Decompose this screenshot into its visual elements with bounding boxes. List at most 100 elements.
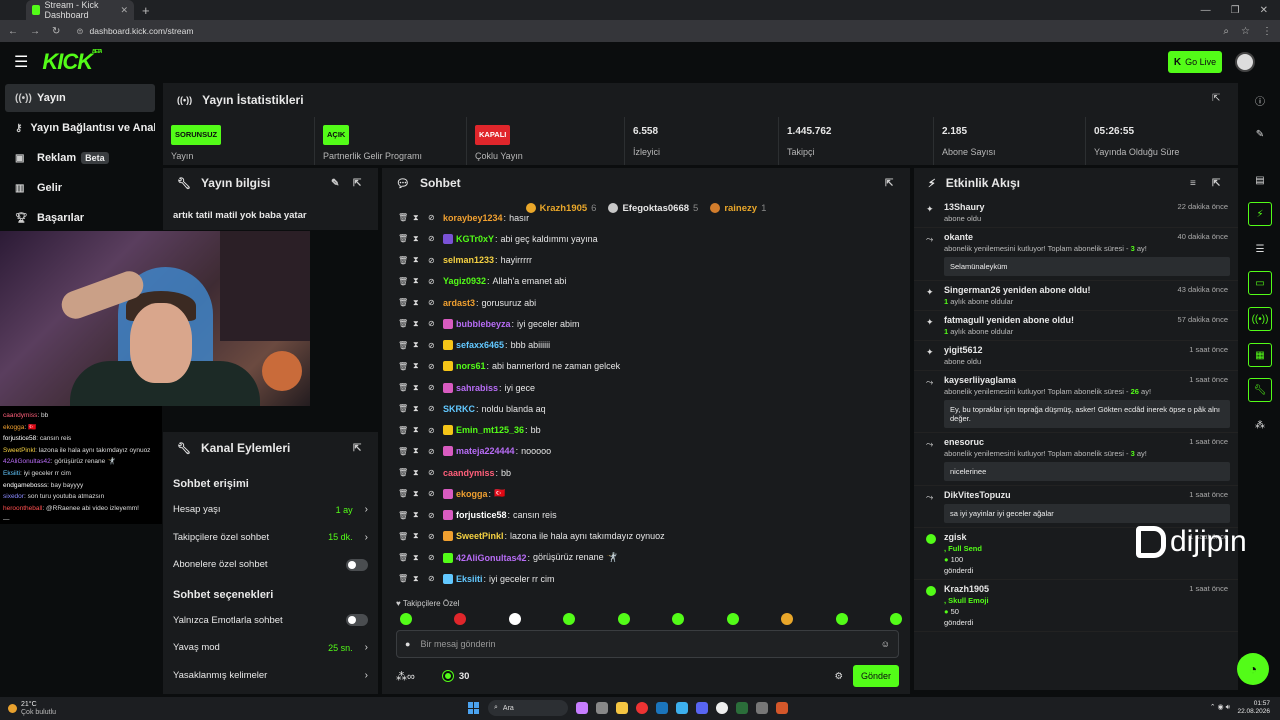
channel-points[interactable]: 30 xyxy=(442,671,469,682)
trash-icon[interactable]: 🗑 xyxy=(398,256,413,265)
ban-icon[interactable]: ⊘ xyxy=(428,319,443,328)
trash-icon[interactable]: 🗑 xyxy=(398,234,413,243)
emote-icon[interactable] xyxy=(617,613,630,625)
browser-tab[interactable]: Stream - Kick Dashboard ✕ xyxy=(26,0,134,20)
chat-message[interactable]: 🗑 ⧗ ⊘ forjustice58: cansın reis xyxy=(382,505,910,526)
account-age-row[interactable]: Hesap yaşı 1 ay › xyxy=(163,496,378,524)
emote-icon[interactable] xyxy=(508,613,521,625)
chat-message[interactable]: 🗑 ⧗ ⊘ 42AliGonultas42: görüşürüz renane 🤺 xyxy=(382,547,910,568)
ban-icon[interactable]: ⊘ xyxy=(428,234,443,243)
chat-username[interactable]: nors61 xyxy=(456,361,486,371)
emote-icon[interactable] xyxy=(672,613,685,625)
event-name[interactable]: enesoruc xyxy=(944,437,1228,447)
chat-username[interactable]: Yagiz0932 xyxy=(443,276,486,286)
ban-icon[interactable]: ⊘ xyxy=(428,298,443,307)
chat-username[interactable]: bubblebeyza xyxy=(456,319,511,329)
forward-icon[interactable]: → xyxy=(30,26,40,37)
trash-icon[interactable]: 🗑 xyxy=(398,404,413,413)
chat-message[interactable]: 🗑 ⧗ ⊘ ekogga: 🇹🇷 xyxy=(382,483,910,504)
chat-username[interactable]: SweetPinkl xyxy=(456,531,504,541)
chat-username[interactable]: ardast3 xyxy=(443,298,475,308)
timeout-icon[interactable]: ⧗ xyxy=(413,489,428,499)
chat-username[interactable]: sahrabiss xyxy=(456,383,498,393)
edit-icon[interactable]: ✎ xyxy=(331,178,339,189)
emote-icon[interactable] xyxy=(563,613,576,625)
timeout-icon[interactable]: ⧗ xyxy=(413,574,428,584)
app-icon[interactable] xyxy=(736,702,748,714)
sidebar-item-reklam[interactable]: ▣ Reklam Beta xyxy=(5,144,155,172)
timeout-icon[interactable]: ⧗ xyxy=(413,276,428,286)
trash-icon[interactable]: 🗑 xyxy=(398,298,413,307)
timeout-icon[interactable]: ⧗ xyxy=(413,234,428,244)
chat-username[interactable]: ekogga xyxy=(456,489,488,499)
wrench-rail-icon[interactable]: 🔧︎ xyxy=(1248,378,1272,402)
pencil-icon[interactable]: ✎ xyxy=(1248,122,1272,146)
popout-icon[interactable]: ⇱ xyxy=(885,178,893,189)
chat-message[interactable]: 🗑 ⧗ ⊘ SKRKC: noldu blanda aq xyxy=(382,398,910,419)
chrome-icon[interactable] xyxy=(636,702,648,714)
ban-icon[interactable]: ⊘ xyxy=(428,341,443,350)
timeout-icon[interactable]: ⧗ xyxy=(413,510,428,520)
event-name[interactable]: kayserliiyaglama xyxy=(944,375,1228,385)
ban-icon[interactable]: ⊘ xyxy=(428,383,443,392)
weather-widget[interactable]: 21°C Çok bulutlu xyxy=(0,701,56,717)
followers-only-row[interactable]: Takipçilere özel sohbet 15 dk. › xyxy=(163,524,378,552)
infinity-icon[interactable]: ⁂∞ xyxy=(396,670,415,683)
ban-icon[interactable]: ⊘ xyxy=(428,468,443,477)
chat-input[interactable]: ● Bir mesaj gönderin ☺ xyxy=(396,630,899,658)
chat-message[interactable]: 🗑 ⧗ ⊘ sefaxx6465: bbb abiiiiii xyxy=(382,335,910,356)
chat-username[interactable]: koraybey1234 xyxy=(443,213,503,223)
windows-start-icon[interactable] xyxy=(468,702,480,714)
popout-icon[interactable]: ⇱ xyxy=(1212,178,1220,189)
trash-icon[interactable]: 🗑 xyxy=(398,489,413,498)
chat-message[interactable]: 🗑 ⧗ ⊘ koraybey1234: hasır xyxy=(382,207,910,228)
info-icon[interactable]: ⓘ xyxy=(1248,88,1272,112)
popout-icon[interactable]: ⇱ xyxy=(1212,93,1220,104)
chat-message[interactable]: 🗑 ⧗ ⊘ Emin_mt125_36: bb xyxy=(382,420,910,441)
timeout-icon[interactable]: ⧗ xyxy=(413,425,428,435)
trash-icon[interactable]: 🗑 xyxy=(398,574,413,583)
file-explorer-icon[interactable] xyxy=(616,702,628,714)
ban-icon[interactable]: ⊘ xyxy=(428,553,443,562)
trash-icon[interactable]: 🗑 xyxy=(398,362,413,371)
chat-username[interactable]: forjustice58 xyxy=(456,510,507,520)
chat-message[interactable]: 🗑 ⧗ ⊘ Yagiz0932: Allah'a emanet abi xyxy=(382,271,910,292)
chat-rail-icon[interactable]: ▭ xyxy=(1248,271,1272,295)
app-icon[interactable] xyxy=(776,702,788,714)
ban-icon[interactable]: ⊘ xyxy=(428,213,443,222)
sidebar-item-basarilar[interactable]: 🏆︎ Başarılar xyxy=(5,204,155,232)
ban-icon[interactable]: ⊘ xyxy=(428,574,443,583)
ban-icon[interactable]: ⊘ xyxy=(428,426,443,435)
timeout-icon[interactable]: ⧗ xyxy=(413,319,428,329)
sidebar-item-yayin[interactable]: ((•)) Yayın xyxy=(5,84,155,112)
storage-rail-icon[interactable]: ▦ xyxy=(1248,343,1272,367)
chat-username[interactable]: KGTr0xY xyxy=(456,234,494,244)
stats-icon[interactable]: ▤ xyxy=(1248,168,1272,192)
timeout-icon[interactable]: ⧗ xyxy=(413,255,428,265)
chat-username[interactable]: mateja224444 xyxy=(456,446,515,456)
chat-message[interactable]: 🗑 ⧗ ⊘ bubblebeyza: iyi geceler abim xyxy=(382,313,910,334)
chat-username[interactable]: 42AliGonultas42 xyxy=(456,553,527,563)
close-window-button[interactable]: ✕ xyxy=(1260,5,1268,16)
chat-message[interactable]: 🗑 ⧗ ⊘ sahrabiss: iyi gece xyxy=(382,377,910,398)
banned-words-row[interactable]: Yasaklanmış kelimeler › xyxy=(163,662,378,690)
task-view-icon[interactable] xyxy=(596,702,608,714)
emote-only-toggle[interactable] xyxy=(346,614,368,627)
chat-message[interactable]: 🗑 ⧗ ⊘ ardast3: gorusuruz abi xyxy=(382,292,910,313)
hamburger-menu-icon[interactable]: ☰ xyxy=(14,52,28,72)
site-info-icon[interactable]: ⊜ xyxy=(76,26,83,37)
chat-username[interactable]: SKRKC xyxy=(443,404,475,414)
ban-icon[interactable]: ⊘ xyxy=(428,362,443,371)
tab-close-icon[interactable]: ✕ xyxy=(120,5,128,16)
trash-icon[interactable]: 🗑 xyxy=(398,213,413,222)
timeout-icon[interactable]: ⧗ xyxy=(413,468,428,478)
timeout-icon[interactable]: ⧗ xyxy=(413,361,428,371)
ban-icon[interactable]: ⊘ xyxy=(428,532,443,541)
timeout-icon[interactable]: ⧗ xyxy=(413,298,428,308)
chat-username[interactable]: sefaxx6465 xyxy=(456,340,504,350)
list-icon[interactable]: ☰ xyxy=(1248,237,1272,261)
chat-username[interactable]: Emin_mt125_36 xyxy=(456,425,524,435)
subscribers-only-toggle[interactable] xyxy=(346,558,368,571)
timeout-icon[interactable]: ⧗ xyxy=(413,531,428,541)
slow-mode-row[interactable]: Yavaş mod 25 sn. › xyxy=(163,634,378,662)
